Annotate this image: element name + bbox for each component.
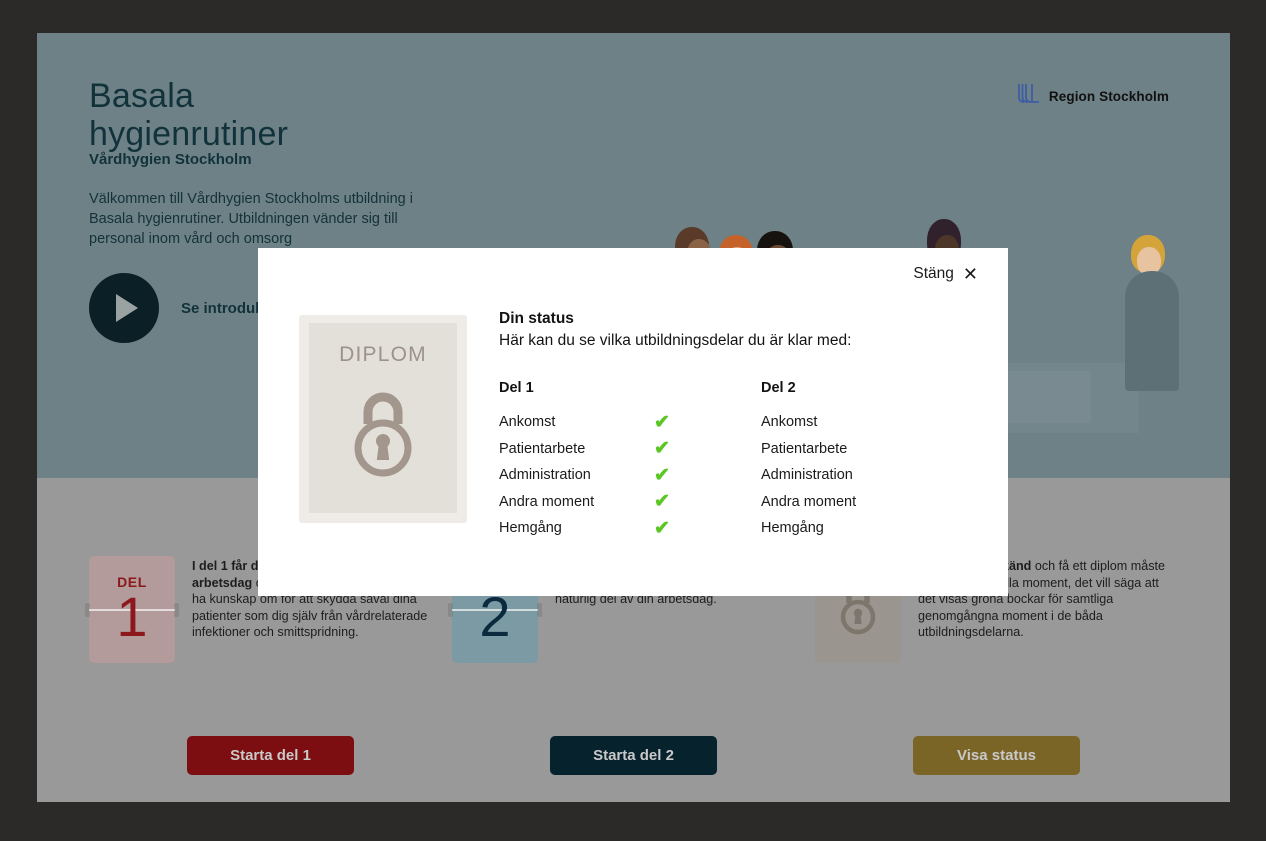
page-title-line1: Basala [89, 77, 195, 115]
status-row: Hemgång ✔ [761, 515, 969, 542]
region-stockholm-logo: Region Stockholm [1016, 83, 1169, 110]
status-row-label: Patientarbete [761, 440, 848, 457]
page-subtitle: Vårdhygien Stockholm [89, 151, 252, 168]
button-slot: Visa status [815, 736, 1178, 775]
status-row-label: Andra moment [761, 493, 857, 510]
status-row-label: Administration [761, 467, 853, 484]
region-stockholm-logo-text: Region Stockholm [1048, 89, 1169, 104]
region-stockholm-logo-icon [1016, 83, 1042, 110]
diploma-preview-inner: DIPLOM [309, 323, 457, 513]
status-row: Administration ✔ [761, 462, 969, 489]
status-column-del-1: Del 1 Ankomst ✔ Patientarbete ✔ Administ… [499, 380, 761, 542]
check-icon: ✔ [654, 411, 670, 433]
status-row: Andra moment ✔ [499, 489, 761, 516]
check-icon: ✔ [654, 491, 670, 513]
figure-body [1125, 271, 1179, 391]
status-row: Administration ✔ [499, 462, 761, 489]
status-row: Ankomst ✔ [499, 409, 761, 436]
status-row: Hemgång ✔ [499, 515, 761, 542]
status-row: Patientarbete ✔ [761, 436, 969, 463]
check-icon: ✔ [654, 517, 670, 539]
status-row-label: Ankomst [761, 414, 818, 431]
status-subtitle: Här kan du se vilka utbildningsdelar du … [499, 332, 852, 349]
status-row-label: Hemgång [761, 520, 824, 537]
start-part-1-button[interactable]: Starta del 1 [187, 736, 354, 775]
status-columns: Del 1 Ankomst ✔ Patientarbete ✔ Administ… [499, 380, 969, 542]
hero-shape-2 [1001, 371, 1091, 423]
status-column-heading: Del 2 [761, 380, 796, 396]
status-row: Patientarbete ✔ [499, 436, 761, 463]
diploma-preview: DIPLOM [299, 315, 467, 523]
page-title-line2: hygienrutiner [89, 115, 289, 153]
diploma-label: DIPLOM [339, 343, 427, 366]
status-row-label: Administration [499, 467, 591, 484]
status-row-label: Ankomst [499, 414, 556, 431]
play-icon [116, 294, 138, 322]
status-row: Andra moment ✔ [761, 489, 969, 516]
check-icon: ✔ [654, 438, 670, 460]
status-title: Din status [499, 310, 574, 327]
status-column-heading: Del 1 [499, 380, 534, 396]
part-1-tile: DEL 1 [85, 556, 179, 663]
button-slot: Starta del 2 [452, 736, 815, 775]
show-status-button[interactable]: Visa status [913, 736, 1080, 775]
part-1-tile-number: 1 [116, 584, 148, 648]
check-icon: ✔ [654, 464, 670, 486]
status-area: Din status Här kan du se vilka utbildnin… [499, 310, 969, 542]
status-modal-body: DIPLOM Din status Här kan du se vilka ut… [258, 248, 1008, 596]
page-title: Basala hygienrutiner [89, 77, 288, 153]
lock-icon [344, 381, 422, 486]
action-buttons: Starta del 1 Starta del 2 Visa status [89, 736, 1179, 775]
status-row-label: Hemgång [499, 520, 562, 537]
button-slot: Starta del 1 [89, 736, 452, 775]
status-row-label: Andra moment [499, 493, 595, 510]
app-root: Basala hygienrutiner Vårdhygien Stockhol… [0, 0, 1266, 841]
hero-intro-paragraph: Välkommen till Vårdhygien Stockholms utb… [89, 191, 413, 247]
status-modal: Stäng ✕ DIPLOM Din status Här kan du se … [258, 248, 1008, 596]
start-part-2-button[interactable]: Starta del 2 [550, 736, 717, 775]
status-row: Ankomst ✔ [761, 409, 969, 436]
part-2-tile-number: 2 [479, 584, 511, 648]
play-video-button[interactable] [89, 273, 159, 343]
status-column-del-2: Del 2 Ankomst ✔ Patientarbete ✔ Administ… [761, 380, 969, 542]
status-row-label: Patientarbete [499, 440, 586, 457]
